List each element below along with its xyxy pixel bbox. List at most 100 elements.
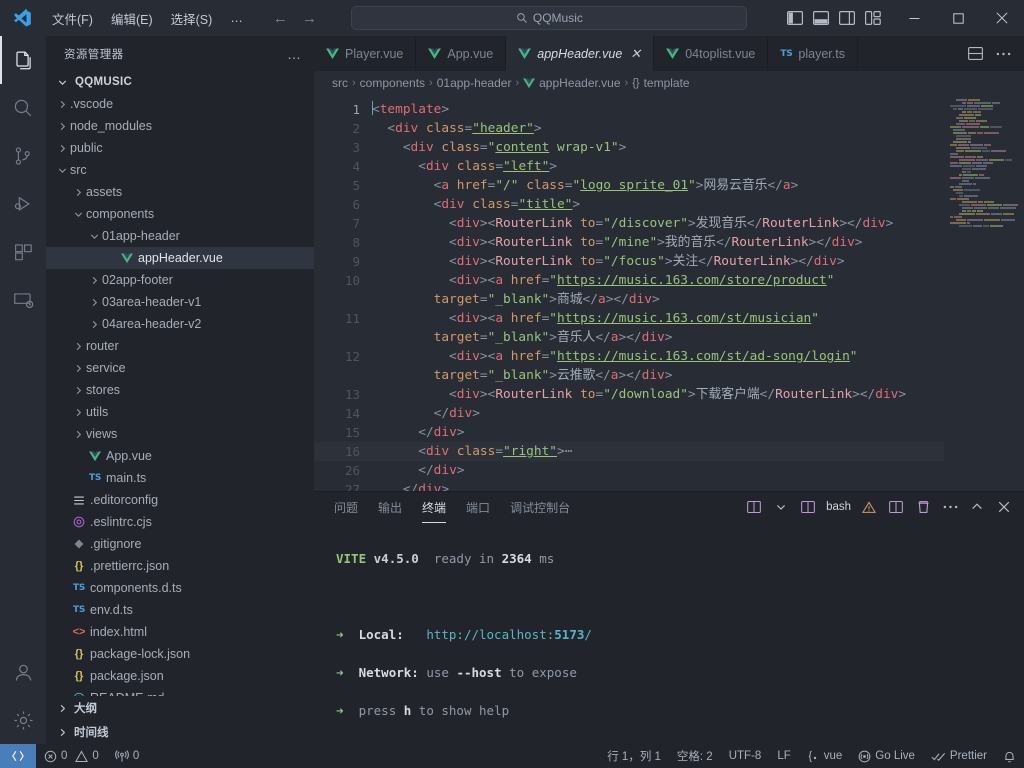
tree-item-03area-header-v1[interactable]: 03area-header-v1 [46, 291, 314, 313]
tree-item-node-modules[interactable]: node_modules [46, 115, 314, 137]
workspace-root-row[interactable]: QQMUSIC [46, 71, 314, 93]
maximize-panel-button[interactable] [965, 495, 989, 519]
activity-extensions[interactable] [0, 228, 46, 276]
menu-select[interactable]: 选择(S) [163, 6, 221, 31]
panel-tab-output[interactable]: 输出 [378, 495, 402, 520]
panel-tab-debug-console[interactable]: 调试控制台 [510, 495, 570, 520]
terminal-shell-icon[interactable] [796, 495, 820, 519]
status-problems[interactable]: 0 0 [36, 744, 107, 768]
tree-item-readme-md[interactable]: README.md [46, 687, 314, 696]
close-tab-icon[interactable]: ✕ [630, 46, 641, 62]
tree-item-stores[interactable]: stores [46, 379, 314, 401]
outline-section[interactable]: 大纲 [46, 696, 314, 720]
panel-more-actions-button[interactable] [938, 495, 962, 519]
navigate-back-icon[interactable]: ← [273, 10, 288, 27]
activity-source-control[interactable] [0, 132, 46, 180]
toggle-panel-icon[interactable] [808, 5, 834, 31]
editor-tab-appheader-vue[interactable]: appHeader.vue ✕ [506, 36, 655, 72]
menu-edit[interactable]: 编辑(E) [103, 6, 161, 31]
activity-settings[interactable] [0, 696, 46, 744]
tree-item-01app-header[interactable]: 01app-header [46, 225, 314, 247]
menu-more[interactable]: … [222, 8, 251, 28]
panel-tab-problems[interactable]: 问题 [334, 495, 358, 520]
activity-remote-explorer[interactable] [0, 276, 46, 324]
editor-tab-04toplist-vue[interactable]: 04toplist.vue [654, 36, 769, 71]
tree-item-appheader-vue[interactable]: appHeader.vue [46, 247, 314, 269]
menu-file[interactable]: 文件(F) [44, 6, 101, 31]
tree-item-assets[interactable]: assets [46, 181, 314, 203]
terminal-warning-icon[interactable] [857, 495, 881, 519]
tree-item-utils[interactable]: utils [46, 401, 314, 423]
status-language-mode[interactable]: vue [799, 744, 851, 768]
explorer-tree[interactable]: QQMUSIC .vscode node_modules public src asse… [46, 71, 314, 696]
split-editor-button[interactable] [962, 41, 988, 67]
tree-item-service[interactable]: service [46, 357, 314, 379]
tree-item--editorconfig[interactable]: .editorconfig [46, 489, 314, 511]
code-content[interactable]: <template> <div class="header"> <div cla… [370, 95, 1024, 491]
tree-item-components[interactable]: components [46, 203, 314, 225]
status-cursor-position[interactable]: 行 1，列 1 [599, 744, 669, 768]
search-input[interactable]: QQMusic [351, 6, 748, 30]
close-panel-button[interactable] [992, 495, 1016, 519]
editor-tab-app-vue[interactable]: App.vue [416, 36, 507, 71]
panel-tab-ports[interactable]: 端口 [466, 495, 490, 520]
tree-item--gitignore[interactable]: .gitignore [46, 533, 314, 555]
panel-tab-terminal[interactable]: 终端 [422, 495, 447, 523]
tree-item-public[interactable]: public [46, 137, 314, 159]
activity-search[interactable] [0, 84, 46, 132]
status-encoding[interactable]: UTF-8 [721, 744, 770, 768]
tree-item-app-vue[interactable]: App.vue [46, 445, 314, 467]
close-button[interactable] [980, 0, 1024, 36]
breadcrumb[interactable]: src › components › 01app-header › appHeader.vu… [314, 71, 1024, 95]
terminal-shell-label[interactable]: bash [823, 495, 854, 519]
breadcrumb-item-src[interactable]: src [332, 76, 348, 90]
tree-item-main-ts[interactable]: TS main.ts [46, 467, 314, 489]
tree-item-index-html[interactable]: <> index.html [46, 621, 314, 643]
tree-item--prettierrc-json[interactable]: {} .prettierrc.json [46, 555, 314, 577]
editor-more-actions-button[interactable] [990, 41, 1016, 67]
breadcrumb-item-01app-header[interactable]: 01app-header [437, 76, 512, 90]
tree-item-env-d-ts[interactable]: TS env.d.ts [46, 599, 314, 621]
editor-tab-player-vue[interactable]: Player.vue [314, 36, 417, 71]
status-eol[interactable]: LF [769, 744, 798, 768]
activity-explorer[interactable] [0, 36, 46, 84]
kill-terminal-button[interactable] [911, 495, 935, 519]
status-indentation[interactable]: 空格: 2 [669, 744, 721, 768]
code-editor[interactable]: 123456789101112131415162627 <template> <… [314, 95, 1024, 491]
tree-item-04area-header-v2[interactable]: 04area-header-v2 [46, 313, 314, 335]
tree-item-views[interactable]: views [46, 423, 314, 445]
tree-item--eslintrc-cjs[interactable]: .eslintrc.cjs [46, 511, 314, 533]
tree-item--vscode[interactable]: .vscode [46, 93, 314, 115]
tree-item-package-json[interactable]: {} package.json [46, 665, 314, 687]
status-prettier[interactable]: Prettier [923, 744, 995, 768]
terminal-output[interactable]: VITE v4.5.0 ready in 2364 ms ➜ Local: ht… [314, 522, 1024, 744]
editor-tab-player-ts[interactable]: TS player.ts [768, 36, 858, 71]
breadcrumb-item-components[interactable]: components [360, 76, 425, 90]
status-ports[interactable]: 0 [107, 744, 147, 768]
minimize-button[interactable] [892, 0, 936, 36]
new-terminal-button[interactable] [742, 495, 766, 519]
maximize-button[interactable] [936, 0, 980, 36]
status-go-live[interactable]: Go Live [850, 744, 923, 768]
toggle-primary-sidebar-icon[interactable] [782, 5, 808, 31]
tree-item-package-lock-json[interactable]: {} package-lock.json [46, 643, 314, 665]
minimap[interactable] [944, 95, 1024, 491]
tree-item-router[interactable]: router [46, 335, 314, 357]
customize-layout-icon[interactable] [860, 5, 886, 31]
activity-accounts[interactable] [0, 648, 46, 696]
sidebar-more-actions-button[interactable]: … [287, 46, 302, 62]
remote-indicator-icon[interactable] [0, 744, 36, 768]
timeline-section[interactable]: 时间线 [46, 720, 314, 744]
split-terminal-button[interactable] [884, 495, 908, 519]
breadcrumb-item-template[interactable]: {} template [632, 76, 689, 90]
terminal-dropdown-button[interactable] [769, 495, 793, 519]
status-notifications[interactable] [995, 744, 1024, 768]
navigate-forward-icon[interactable]: → [302, 10, 317, 27]
tree-item-components-d-ts[interactable]: TS components.d.ts [46, 577, 314, 599]
local-port[interactable]: 5173 [554, 627, 584, 642]
tree-item-src[interactable]: src [46, 159, 314, 181]
activity-run-debug[interactable] [0, 180, 46, 228]
breadcrumb-item-appheader-vue[interactable]: appHeader.vue [523, 76, 621, 90]
toggle-secondary-sidebar-icon[interactable] [834, 5, 860, 31]
tree-item-02app-footer[interactable]: 02app-footer [46, 269, 314, 291]
